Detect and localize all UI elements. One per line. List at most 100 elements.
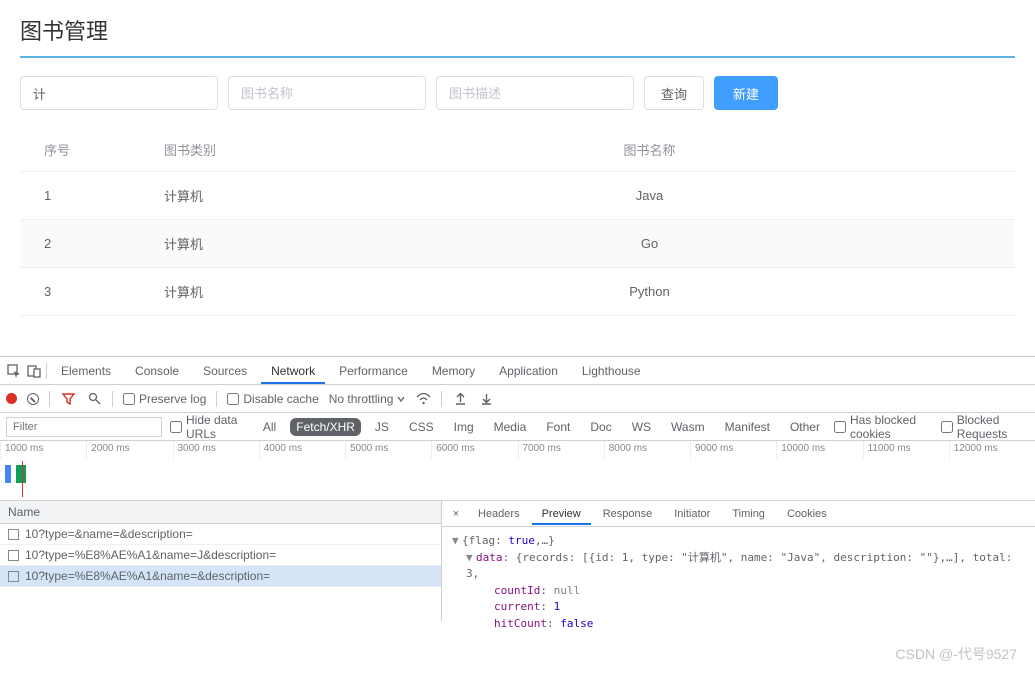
timeline-tick: 12000 ms — [949, 441, 1035, 459]
close-icon[interactable]: × — [446, 508, 466, 520]
separator — [46, 363, 47, 379]
timeline-tick: 6000 ms — [431, 441, 517, 459]
request-list-header[interactable]: Name — [0, 501, 441, 524]
chevron-down-icon — [397, 395, 405, 403]
clear-icon[interactable] — [27, 393, 39, 405]
device-toggle-icon[interactable] — [26, 363, 42, 379]
blocked-requests-checkbox[interactable]: Blocked Requests — [941, 413, 1029, 441]
devtools-panel: Elements Console Sources Network Perform… — [0, 356, 1035, 621]
filter-js[interactable]: JS — [369, 418, 395, 436]
timeline-bar — [5, 465, 11, 483]
tab-elements[interactable]: Elements — [51, 358, 121, 384]
cell-category: 计算机 — [140, 268, 440, 316]
timeline-bar — [16, 465, 26, 483]
filter-all[interactable]: All — [257, 418, 282, 436]
request-icon — [8, 571, 19, 582]
filter-ws[interactable]: WS — [626, 418, 657, 436]
cell-category: 计算机 — [140, 172, 440, 220]
network-toolbar: Preserve log Disable cache No throttling — [0, 385, 1035, 413]
filter-other[interactable]: Other — [784, 418, 826, 436]
tab-console[interactable]: Console — [125, 358, 189, 384]
filter-fetch-xhr[interactable]: Fetch/XHR — [290, 418, 361, 436]
tab-memory[interactable]: Memory — [422, 358, 485, 384]
tab-application[interactable]: Application — [489, 358, 568, 384]
tab-headers[interactable]: Headers — [468, 503, 530, 525]
timeline-tick: 7000 ms — [518, 441, 604, 459]
preview-panel: × Headers Preview Response Initiator Tim… — [442, 501, 1035, 621]
search-icon[interactable] — [86, 391, 102, 407]
tab-network[interactable]: Network — [261, 358, 325, 384]
filter-media[interactable]: Media — [488, 418, 533, 436]
th-name: 图书名称 — [440, 128, 1015, 172]
filter-img[interactable]: Img — [448, 418, 480, 436]
name-input[interactable] — [228, 76, 426, 110]
tab-sources[interactable]: Sources — [193, 358, 257, 384]
cell-seq: 2 — [20, 220, 140, 268]
preview-body[interactable]: ▼{flag: true,…} ▼data: {records: [{id: 1… — [442, 527, 1035, 638]
request-row[interactable]: 10?type=%E8%AE%A1&name=J&description= — [0, 545, 441, 566]
network-timeline[interactable]: 1000 ms 2000 ms 3000 ms 4000 ms 5000 ms … — [0, 441, 1035, 501]
tab-cookies[interactable]: Cookies — [777, 503, 837, 525]
request-icon — [8, 550, 19, 561]
timeline-tick: 9000 ms — [690, 441, 776, 459]
th-category: 图书类别 — [140, 128, 440, 172]
filter-manifest[interactable]: Manifest — [719, 418, 776, 436]
inspect-icon[interactable] — [6, 363, 22, 379]
cell-name: Java — [440, 172, 1015, 220]
books-table: 序号 图书类别 图书名称 1 计算机 Java 2 计算机 Go 3 计算机 P… — [20, 128, 1015, 316]
cell-seq: 1 — [20, 172, 140, 220]
timeline-tick: 3000 ms — [173, 441, 259, 459]
table-row[interactable]: 1 计算机 Java — [20, 172, 1015, 220]
cell-name: Python — [440, 268, 1015, 316]
record-icon[interactable] — [6, 393, 17, 404]
table-row[interactable]: 2 计算机 Go — [20, 220, 1015, 268]
request-list: Name 10?type=&name=&description= 10?type… — [0, 501, 442, 621]
network-filters: Hide data URLs All Fetch/XHR JS CSS Img … — [0, 413, 1035, 441]
page-title: 图书管理 — [20, 10, 1015, 56]
separator — [216, 391, 217, 407]
filter-input[interactable] — [6, 417, 162, 437]
separator — [441, 391, 442, 407]
watermark: CSDN @-代号9527 — [895, 644, 1017, 664]
filter-icon[interactable] — [60, 391, 76, 407]
devtools-tabs: Elements Console Sources Network Perform… — [0, 357, 1035, 385]
cell-name: Go — [440, 220, 1015, 268]
upload-icon[interactable] — [452, 391, 468, 407]
tab-lighthouse[interactable]: Lighthouse — [572, 358, 651, 384]
request-icon — [8, 529, 19, 540]
request-row[interactable]: 10?type=&name=&description= — [0, 524, 441, 545]
tab-initiator[interactable]: Initiator — [664, 503, 720, 525]
request-row[interactable]: 10?type=%E8%AE%A1&name=&description= — [0, 566, 441, 587]
th-seq: 序号 — [20, 128, 140, 172]
filter-bar: 查询 新建 — [20, 76, 1015, 110]
create-button[interactable]: 新建 — [714, 76, 778, 110]
timeline-tick: 4000 ms — [259, 441, 345, 459]
query-button[interactable]: 查询 — [644, 76, 704, 110]
filter-doc[interactable]: Doc — [584, 418, 617, 436]
tab-response[interactable]: Response — [593, 503, 663, 525]
wifi-icon[interactable] — [415, 391, 431, 407]
preserve-log-checkbox[interactable]: Preserve log — [123, 392, 206, 406]
description-input[interactable] — [436, 76, 634, 110]
filter-css[interactable]: CSS — [403, 418, 440, 436]
timeline-tick: 5000 ms — [345, 441, 431, 459]
has-blocked-cookies-checkbox[interactable]: Has blocked cookies — [834, 413, 933, 441]
cell-seq: 3 — [20, 268, 140, 316]
cell-category: 计算机 — [140, 220, 440, 268]
disable-cache-checkbox[interactable]: Disable cache — [227, 392, 318, 406]
download-icon[interactable] — [478, 391, 494, 407]
tab-timing[interactable]: Timing — [722, 503, 775, 525]
filter-wasm[interactable]: Wasm — [665, 418, 711, 436]
hide-data-urls-checkbox[interactable]: Hide data URLs — [170, 413, 249, 441]
tab-preview[interactable]: Preview — [532, 503, 591, 525]
timeline-marker — [22, 461, 23, 497]
timeline-tick: 8000 ms — [604, 441, 690, 459]
category-input[interactable] — [20, 76, 218, 110]
filter-font[interactable]: Font — [540, 418, 576, 436]
timeline-tick: 2000 ms — [86, 441, 172, 459]
timeline-tick: 1000 ms — [0, 441, 86, 459]
tab-performance[interactable]: Performance — [329, 358, 418, 384]
table-row[interactable]: 3 计算机 Python — [20, 268, 1015, 316]
throttling-select[interactable]: No throttling — [329, 392, 406, 406]
title-divider — [20, 56, 1015, 58]
